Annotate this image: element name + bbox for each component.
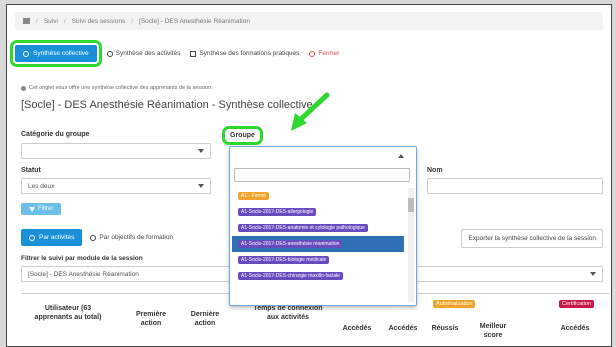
scrollbar-thumb[interactable] <box>408 198 414 212</box>
statut-select[interactable]: Les deux <box>21 178 211 194</box>
col-meilleur-score[interactable]: Meilleur score <box>473 322 513 340</box>
par-activites-button[interactable]: Par activités <box>21 229 83 246</box>
chevron-down-icon <box>198 184 204 188</box>
close-label: Fermer <box>318 50 340 57</box>
autoevaluation-badge: Autoévaluation <box>433 300 476 308</box>
option-label: A1-Socle-2017-DES-biologie médicale <box>238 256 330 264</box>
dropdown-option[interactable]: A1-Socle-2017-DES-anatomie et cytologie … <box>232 220 404 236</box>
col-accedes-3[interactable]: Accédés <box>555 324 595 333</box>
dropdown-search-input[interactable] <box>234 168 410 182</box>
close-icon <box>309 50 316 57</box>
radio-icon <box>90 234 97 241</box>
grid-icon <box>190 50 197 57</box>
option-label: A1-Socle-2017-DES-anatomie et cytologie … <box>238 224 368 232</box>
col-derniere-action[interactable]: Dernière action <box>185 310 225 328</box>
par-activites-label: Par activités <box>39 234 75 241</box>
option-label: A1-Socle-2017-DES-allergologie <box>238 208 317 216</box>
home-icon[interactable] <box>23 18 30 24</box>
tab-label: Synthèse des formations pratiques <box>199 50 300 57</box>
view-toggle: Par activités Par objectifs de formation <box>21 229 173 246</box>
page-frame: / Suivi / Suivi des sessions / [Socle] -… <box>6 4 612 347</box>
page-title: [Socle] - DES Anesthésie Réanimation - S… <box>21 99 313 111</box>
info-icon <box>21 85 26 91</box>
dropdown-option[interactable]: A1-Socle-2017-DES-biologie médicale <box>232 252 404 268</box>
option-label: A1-Socle-2017-DES-anesthésie réanimation <box>238 240 343 248</box>
chevron-up-icon <box>398 154 404 158</box>
close-button[interactable]: Fermer <box>309 50 339 57</box>
radio-selected-icon <box>29 234 35 241</box>
groupe-dropdown[interactable]: A1 - Formé A1-Socle-2017-DES-allergologi… <box>229 146 417 306</box>
col-temps-connexion[interactable]: Temps de connexion aux activités <box>247 304 329 322</box>
module-filter-label: Filtrer le suivi par module de la sessio… <box>21 255 143 262</box>
dropdown-header[interactable] <box>234 150 410 164</box>
chevron-down-icon <box>590 272 596 276</box>
col-reussis[interactable]: Réussis <box>425 324 465 333</box>
col-accedes-1[interactable]: Accédés <box>337 324 377 333</box>
statut-label: Statut <box>21 167 41 174</box>
dropdown-option[interactable]: A1 - Formé <box>232 188 404 204</box>
filter-icon <box>29 206 35 212</box>
breadcrumb-item-suivi[interactable]: Suivi <box>44 18 58 25</box>
tab-label: Synthèse collective <box>33 50 89 57</box>
option-label: A1 - Formé <box>238 192 270 200</box>
filter-label: Filtrer <box>38 206 54 212</box>
dropdown-option[interactable]: A1-Socle-2017-DES-allergologie <box>232 204 404 220</box>
breadcrumb-item-sessions[interactable]: Suivi des sessions <box>72 18 125 25</box>
categorie-select[interactable] <box>21 143 211 159</box>
groupe-label: Groupe <box>222 126 263 145</box>
filter-button[interactable]: Filtrer <box>21 203 62 215</box>
certification-badge: Certification <box>559 300 595 308</box>
chevron-down-icon <box>198 149 204 153</box>
activity-icon <box>106 50 113 57</box>
info-text: Cet onglet vous offre une synthèse colle… <box>29 85 213 91</box>
annotation-arrow <box>291 92 330 131</box>
dropdown-list: A1 - Formé A1-Socle-2017-DES-allergologi… <box>232 188 404 284</box>
tab-synthese-formations[interactable]: Synthèse des formations pratiques <box>190 50 299 57</box>
dropdown-scrollbar[interactable] <box>408 188 414 302</box>
nom-label: Nom <box>427 167 443 174</box>
breadcrumb-separator: / <box>63 17 66 25</box>
chart-icon <box>23 50 29 57</box>
breadcrumb-separator: / <box>36 17 38 25</box>
col-accedes-2[interactable]: Accédés <box>383 324 423 333</box>
tab-synthese-collective[interactable]: Synthèse collective <box>10 40 102 67</box>
statut-value: Les deux <box>28 182 55 190</box>
info-line: Cet onglet vous offre une synthèse colle… <box>21 85 213 91</box>
breadcrumb-item-current: [Socle] - DES Anesthésie Réanimation <box>139 17 250 25</box>
col-premiere-action[interactable]: Première action <box>131 310 171 328</box>
par-objectifs-button[interactable]: Par objectifs de formation <box>90 234 173 241</box>
breadcrumb: / Suivi / Suivi des sessions / [Socle] -… <box>15 12 603 30</box>
breadcrumb-separator: / <box>131 17 134 25</box>
col-utilisateur[interactable]: Utilisateur (63 apprenants au total) <box>33 304 103 322</box>
export-button[interactable]: Exporter la synthèse collective de la se… <box>461 229 603 248</box>
categorie-label: Catégorie du groupe <box>21 131 90 138</box>
tab-bar: Synthèse collective Synthèse des activit… <box>10 40 339 67</box>
par-objectifs-label: Par objectifs de formation <box>99 234 174 241</box>
dropdown-option[interactable]: A1-Socle-2017-DES-chirurgie maxillo-faci… <box>232 268 404 284</box>
option-label: A1-Socle-2017-DES-chirurgie maxillo-faci… <box>238 272 343 280</box>
module-value: [Socle] - DES Anesthésie Réanimation <box>28 270 139 278</box>
tab-synthese-activites[interactable]: Synthèse des activités <box>106 50 181 57</box>
tab-label: Synthèse des activités <box>115 50 181 57</box>
nom-input[interactable] <box>427 178 603 194</box>
dropdown-option-active[interactable]: A1-Socle-2017-DES-anesthésie réanimation <box>232 236 404 252</box>
